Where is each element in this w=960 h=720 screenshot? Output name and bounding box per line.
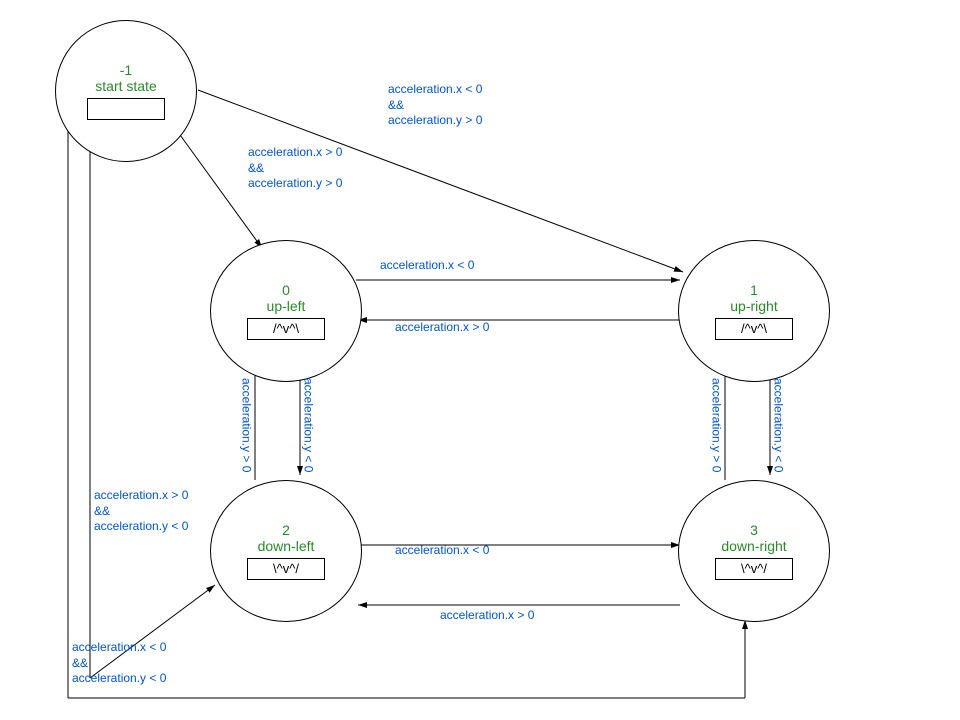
state-id: 0 xyxy=(282,282,290,298)
state-action: \^v^/ xyxy=(247,558,325,580)
state-down-left: 2 down-left \^v^/ xyxy=(210,480,362,622)
edge-label-start-upright: acceleration.x < 0&&acceleration.y > 0 xyxy=(388,82,482,129)
state-up-left: 0 up-left /^v^\ xyxy=(210,240,362,382)
edge-label-upright-downright: acceleration.y < 0 xyxy=(770,378,786,472)
edge-label-upleft-upright: acceleration.x < 0 xyxy=(380,258,474,274)
edge-label-downleft-upleft: acceleration.y > 0 xyxy=(238,378,254,472)
state-id: 3 xyxy=(750,522,758,538)
state-up-right: 1 up-right /^v^\ xyxy=(678,240,830,382)
state-name: up-right xyxy=(730,298,777,314)
state-id: -1 xyxy=(120,62,132,78)
state-name: up-left xyxy=(267,298,306,314)
state-id: 1 xyxy=(750,282,758,298)
edge-label-downright-downleft: acceleration.x > 0 xyxy=(440,608,534,624)
edge-label-start-upleft: acceleration.x > 0&&acceleration.y > 0 xyxy=(248,145,342,192)
state-action: /^v^\ xyxy=(715,318,793,340)
state-down-right: 3 down-right \^v^/ xyxy=(678,480,830,622)
edge-label-upright-upleft: acceleration.x > 0 xyxy=(395,320,489,336)
state-name: down-left xyxy=(258,538,315,554)
edge-label-start-downleft: acceleration.x > 0&&acceleration.y < 0 xyxy=(94,488,188,535)
edge-label-downleft-downright: acceleration.x < 0 xyxy=(395,543,489,559)
state-name: start state xyxy=(95,78,156,94)
edge-label-downright-upright: acceleration.y > 0 xyxy=(708,378,724,472)
state-id: 2 xyxy=(282,522,290,538)
state-name: down-right xyxy=(721,538,786,554)
state-action: /^v^\ xyxy=(247,318,325,340)
edge-label-start-downright: acceleration.x < 0&&acceleration.y < 0 xyxy=(72,640,166,687)
state-action xyxy=(87,98,165,120)
state-start: -1 start state xyxy=(55,20,197,162)
edge-label-upleft-downleft: acceleration.y < 0 xyxy=(300,378,316,472)
state-action: \^v^/ xyxy=(715,558,793,580)
